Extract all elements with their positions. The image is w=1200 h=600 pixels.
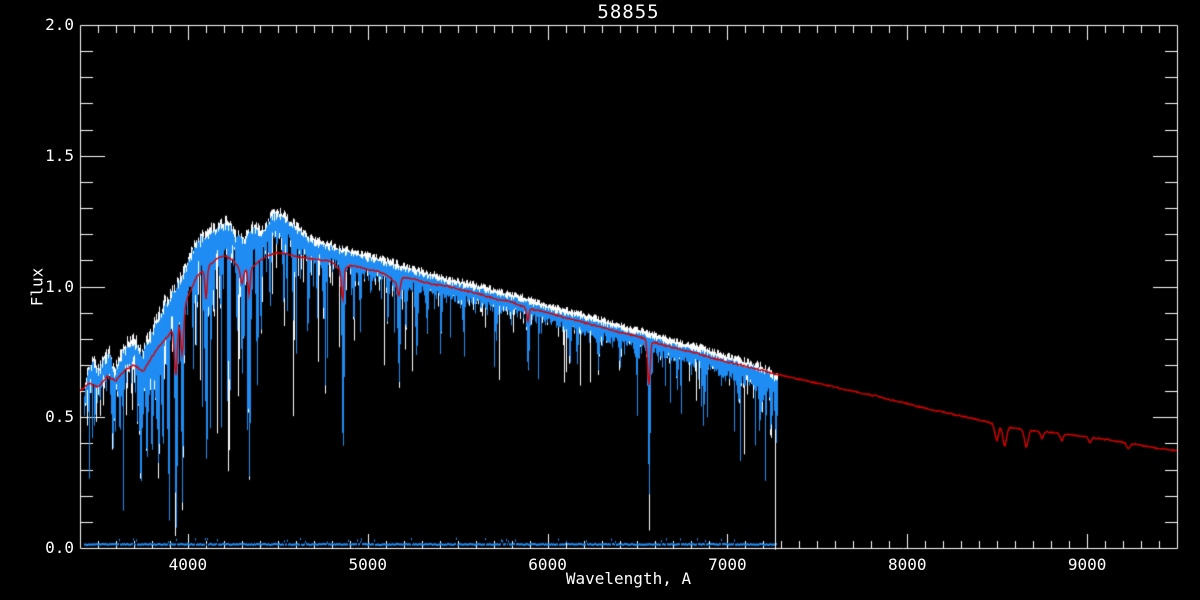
x-tick-label: 6000 [528, 555, 567, 574]
chart-title: 58855 [597, 1, 660, 23]
x-tick-label: 5000 [348, 555, 387, 574]
y-tick-label: 0.0 [45, 538, 74, 557]
x-tick-label: 9000 [1067, 555, 1107, 574]
y-tick-label: 1.5 [45, 145, 74, 165]
spectrum-chart-canvas [0, 0, 1200, 600]
x-axis-label: Wavelength, A [565, 569, 692, 588]
x-tick-label: 8000 [887, 555, 927, 574]
y-tick-label: 0.5 [45, 407, 74, 427]
y-tick-label: 2.0 [45, 15, 74, 34]
y-tick-label: 1.0 [45, 276, 74, 296]
x-tick-label: 7000 [708, 555, 747, 574]
spectrum-plot-window: 58855 Wavelength, A Flux 4000 5000 6000 700… [0, 0, 1200, 600]
x-tick-label: 4000 [168, 555, 208, 574]
